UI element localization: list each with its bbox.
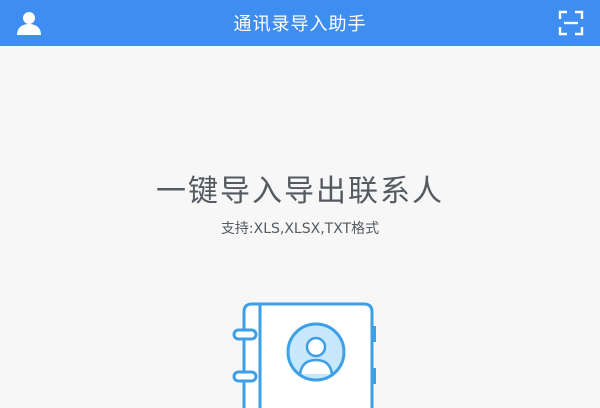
scan-button[interactable] [548, 0, 594, 46]
profile-button[interactable] [6, 0, 52, 46]
app-title: 通讯录导入助手 [233, 14, 367, 35]
main-content: 一键导入导出联系人 支持:XLS,XLSX,TXT格式 [0, 46, 600, 408]
contact-book-icon [232, 302, 376, 408]
user-icon [17, 12, 41, 35]
supported-formats: 支持:XLS,XLSX,TXT格式 [220, 221, 380, 237]
headline: 一键导入导出联系人 [156, 174, 444, 209]
app-bar: 通讯录导入助手 [0, 0, 600, 46]
scan-icon [558, 10, 584, 36]
